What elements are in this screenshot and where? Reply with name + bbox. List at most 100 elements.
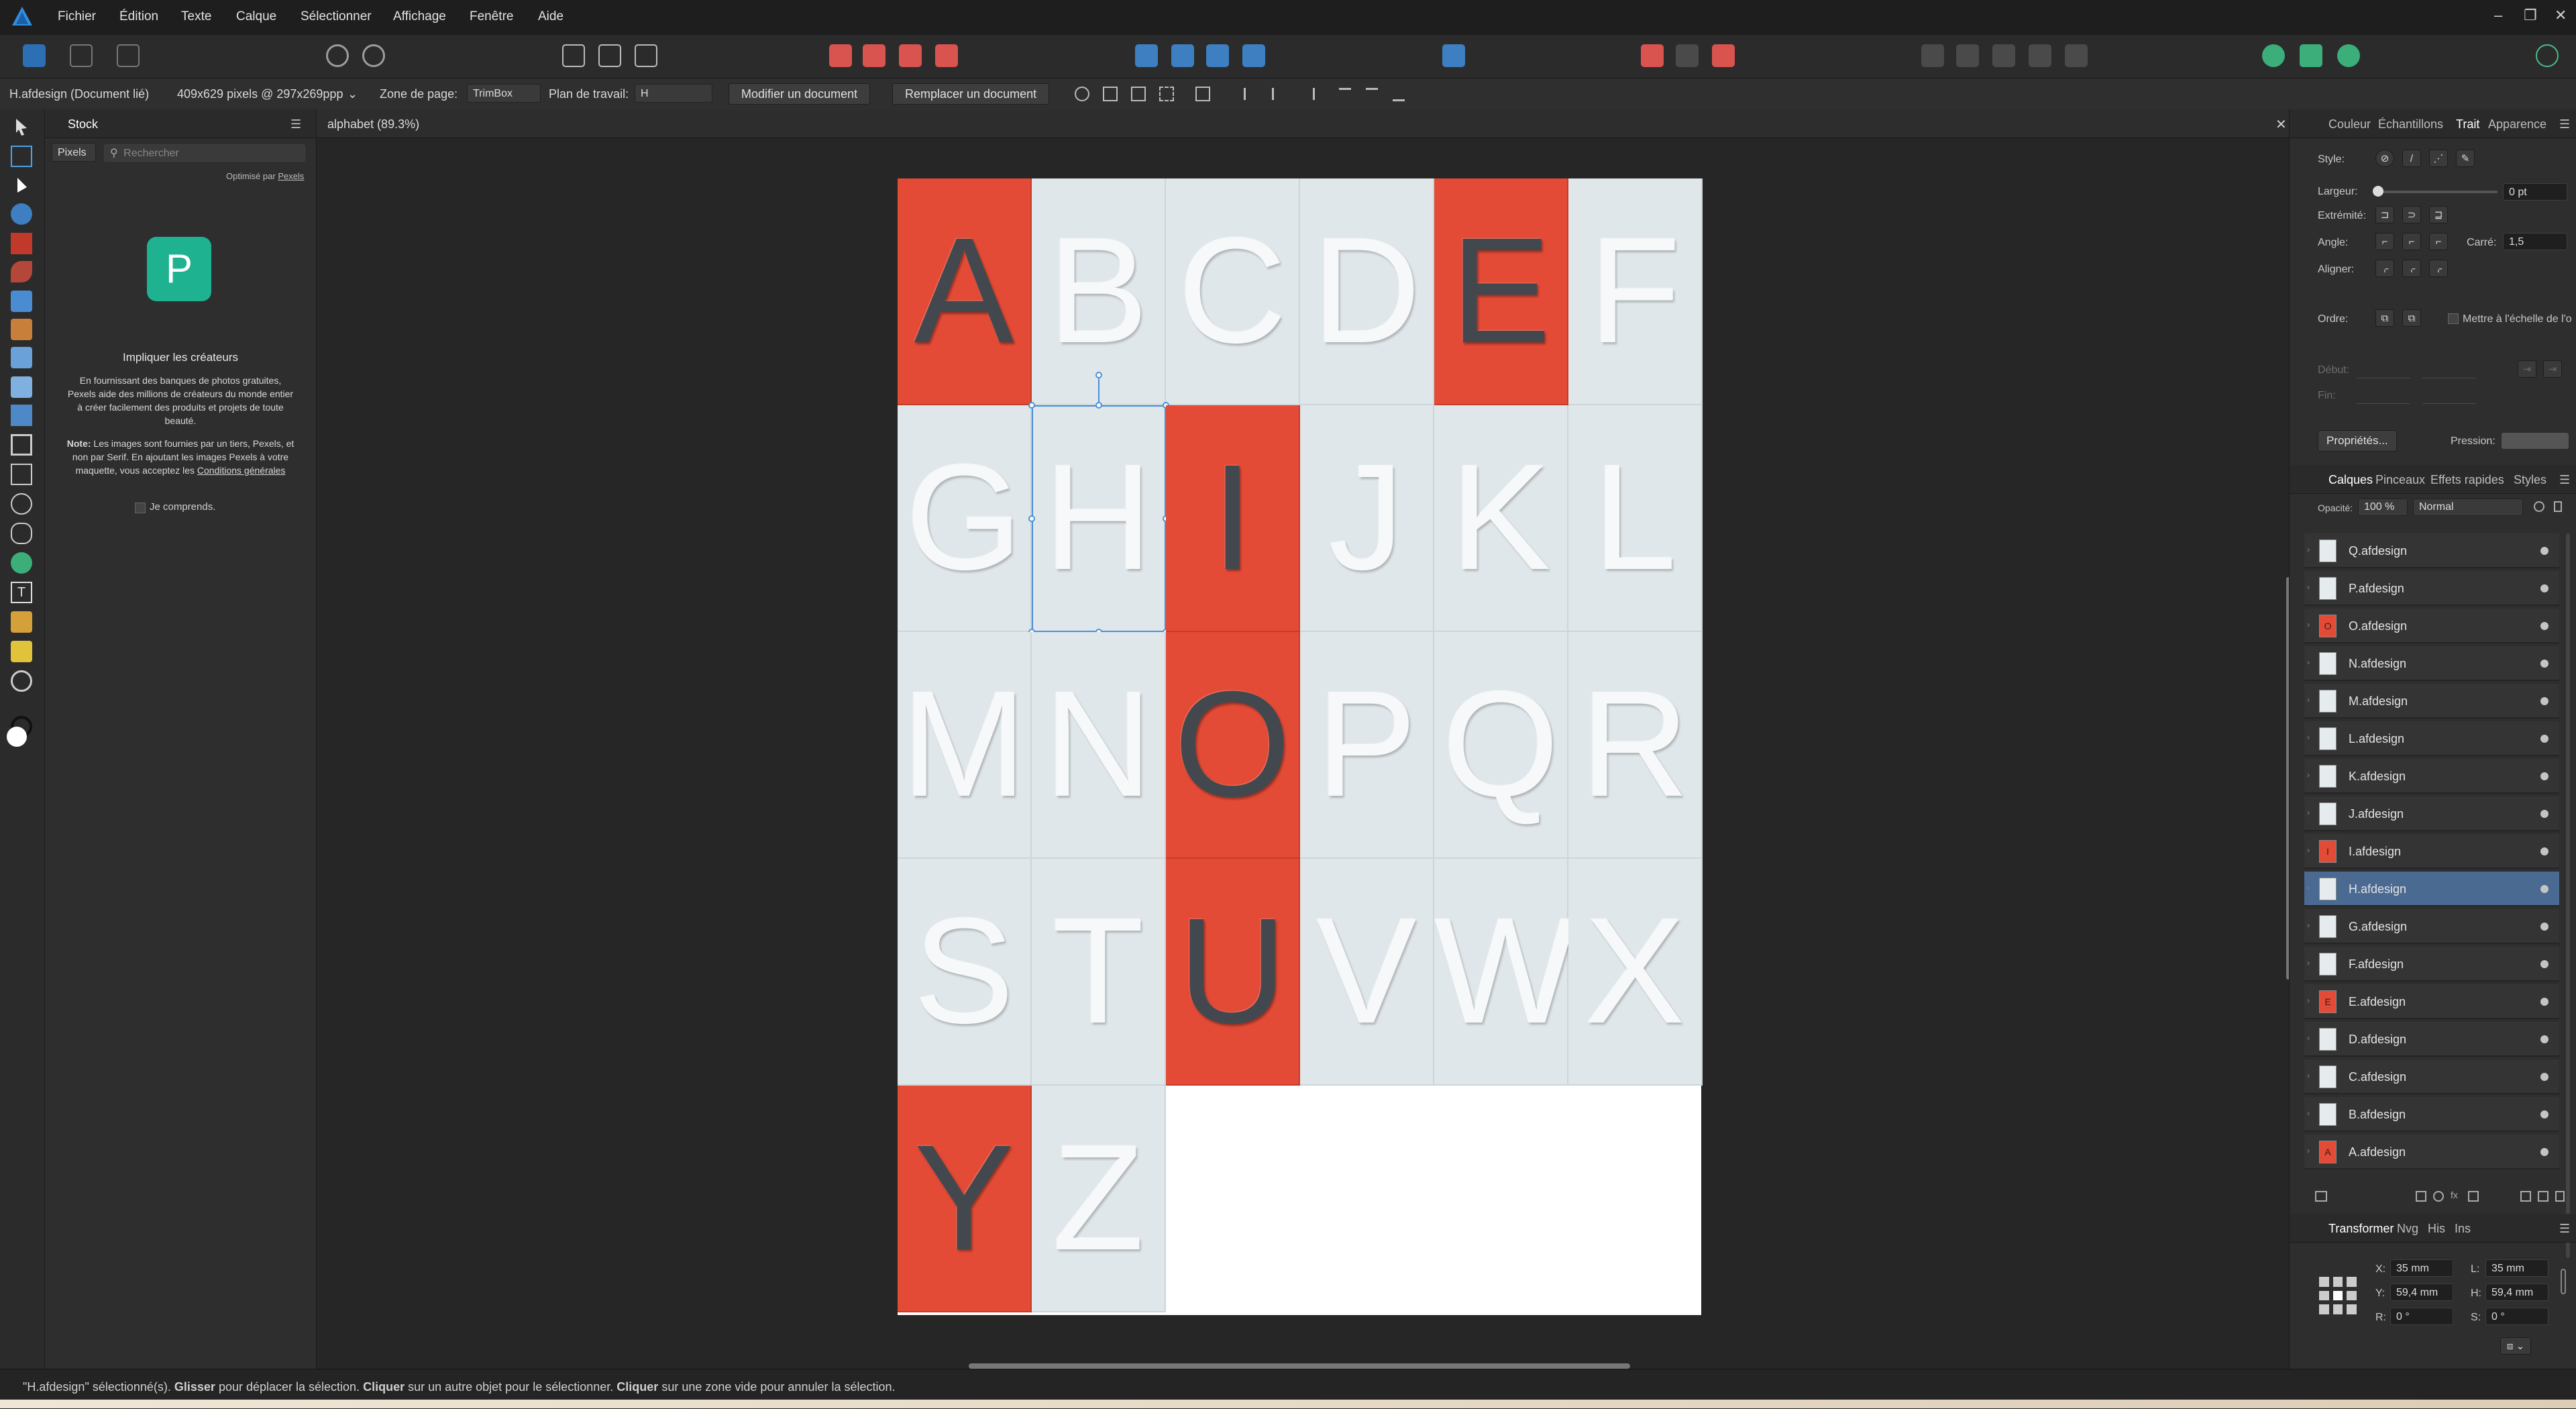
layer-row[interactable]: › L.afdesign <box>2304 721 2559 756</box>
letter-tile-k[interactable]: K <box>1434 405 1568 632</box>
visibility-dot-icon[interactable] <box>2540 923 2548 931</box>
visibility-dot-icon[interactable] <box>2540 1073 2548 1081</box>
stock-tab[interactable]: Stock <box>68 117 98 132</box>
rotate-right-icon[interactable] <box>1242 44 1265 67</box>
layer-expand-icon[interactable]: › <box>2307 1109 2315 1117</box>
plan-dropdown[interactable]: H <box>635 84 712 103</box>
layer-row[interactable]: › M.afdesign <box>2304 684 2559 719</box>
assistant-icon[interactable] <box>2262 44 2285 67</box>
artboard-tool-icon[interactable] <box>11 146 32 167</box>
visibility-dot-icon[interactable] <box>2540 847 2548 855</box>
y-input[interactable]: 59,4 mm <box>2390 1284 2453 1301</box>
opacity-dropdown[interactable]: 100 % <box>2358 499 2408 516</box>
flip-horizontal-icon[interactable] <box>1135 44 1158 67</box>
cap-square-icon[interactable]: ⊒ <box>2429 206 2448 223</box>
layer-row[interactable]: › A A.afdesign <box>2304 1135 2559 1169</box>
visibility-dot-icon[interactable] <box>2540 660 2548 668</box>
align-center-stroke-icon[interactable]: ⌌ <box>2402 260 2421 277</box>
menu-selectionner[interactable]: Sélectionner <box>301 9 372 24</box>
square-input[interactable]: 1,5 <box>2503 233 2567 250</box>
layer-settings-gear-icon[interactable] <box>2534 501 2544 512</box>
style-solid-icon[interactable]: / <box>2402 150 2421 167</box>
letter-tile-d[interactable]: D <box>1300 178 1434 405</box>
geometry-xor-icon[interactable] <box>2029 44 2051 67</box>
zone-dropdown[interactable]: TrimBox <box>467 84 541 103</box>
tab-styles[interactable]: Styles <box>2514 473 2546 487</box>
layer-expand-icon[interactable]: › <box>2307 733 2315 741</box>
conditions-link[interactable]: Conditions générales <box>197 465 286 476</box>
isolate-icon[interactable] <box>562 44 585 67</box>
transparency-tool-icon[interactable] <box>11 376 32 398</box>
letter-tile-x[interactable]: X <box>1568 859 1703 1086</box>
anchor-grid-icon[interactable] <box>2319 1277 2357 1314</box>
visibility-dot-icon[interactable] <box>2540 1110 2548 1118</box>
layers-menu-icon[interactable]: ☰ <box>2559 473 2570 487</box>
grid-icon[interactable] <box>1159 87 1174 101</box>
selection-box[interactable] <box>1032 405 1166 632</box>
link-ratio-icon[interactable] <box>2561 1269 2566 1294</box>
layer-expand-icon[interactable]: › <box>2307 846 2315 854</box>
add-layer-icon[interactable] <box>2520 1191 2531 1202</box>
tab-ins[interactable]: Ins <box>2455 1222 2471 1236</box>
insert-target-icon[interactable] <box>1641 44 1664 67</box>
snapping-icon[interactable] <box>362 44 385 67</box>
menu-fichier[interactable]: Fichier <box>58 9 96 24</box>
layer-expand-icon[interactable]: › <box>2307 884 2315 892</box>
letter-tile-u[interactable]: U <box>1166 859 1300 1086</box>
layer-row[interactable]: › G.afdesign <box>2304 909 2559 944</box>
document-size[interactable]: 409x629 pixels @ 297x269ppp <box>177 87 343 101</box>
selection-handle[interactable] <box>1095 402 1102 409</box>
geometry-divide-icon[interactable] <box>2065 44 2088 67</box>
ellipse-tool-icon[interactable] <box>11 493 32 515</box>
add-page-icon[interactable] <box>2315 1191 2327 1202</box>
rotate-left-icon[interactable] <box>1206 44 1229 67</box>
s-input[interactable]: 0 ° <box>2485 1308 2548 1325</box>
visibility-dot-icon[interactable] <box>2540 772 2548 780</box>
move-tool-icon[interactable] <box>11 116 32 138</box>
replace-document-button[interactable]: Remplacer un document <box>892 83 1050 105</box>
ruler-tool-icon[interactable] <box>11 641 32 662</box>
letter-tile-w[interactable]: W <box>1434 859 1576 1086</box>
eyedropper-tool-icon[interactable] <box>11 611 32 633</box>
node-tool-icon[interactable] <box>11 175 32 197</box>
tab-echantillons[interactable]: Échantillons <box>2378 117 2443 132</box>
align-left-icon[interactable] <box>1244 88 1258 100</box>
pen-tool-icon[interactable] <box>11 261 32 282</box>
move-forward-icon[interactable] <box>899 44 922 67</box>
group-icon[interactable] <box>598 44 621 67</box>
align-bottom-icon[interactable] <box>1393 88 1405 101</box>
visibility-dot-icon[interactable] <box>2540 547 2548 555</box>
letter-tile-y[interactable]: Y <box>898 1086 1032 1312</box>
layer-expand-icon[interactable]: › <box>2307 1147 2315 1155</box>
tab-effets-rapides[interactable]: Effets rapides <box>2430 473 2504 487</box>
crop-tool-icon[interactable] <box>11 434 32 456</box>
tab-pinceaux[interactable]: Pinceaux <box>2375 473 2425 487</box>
letter-tile-j[interactable]: J <box>1300 405 1434 632</box>
geometry-subtract-icon[interactable] <box>1956 44 1979 67</box>
layer-expand-icon[interactable]: › <box>2307 921 2315 929</box>
scale-checkbox[interactable] <box>2448 313 2459 324</box>
letter-tile-g[interactable]: G <box>898 405 1032 632</box>
globe-icon[interactable] <box>2337 44 2360 67</box>
end-size-dropdown[interactable] <box>2422 387 2476 404</box>
tab-trait[interactable]: Trait <box>2456 117 2479 132</box>
minimize-icon[interactable]: – <box>2494 7 2502 24</box>
pressure-preview[interactable] <box>2502 433 2569 449</box>
modify-document-button[interactable]: Modifier un document <box>729 83 871 105</box>
align-top-icon[interactable] <box>1339 88 1351 101</box>
document-size-chevron-icon[interactable]: ⌄ <box>347 87 358 101</box>
visibility-dot-icon[interactable] <box>2540 810 2548 818</box>
tab-transformer[interactable]: Transformer <box>2328 1222 2394 1236</box>
align-icon[interactable] <box>1442 44 1465 67</box>
letter-tile-e[interactable]: E <box>1434 178 1568 405</box>
menu-affichage[interactable]: Affichage <box>393 9 446 24</box>
start-dropdown[interactable] <box>2357 362 2410 378</box>
fill-tool-icon[interactable] <box>11 347 32 368</box>
visibility-dot-icon[interactable] <box>2540 885 2548 893</box>
text-tool-icon[interactable]: T <box>11 582 32 603</box>
start-size-dropdown[interactable] <box>2422 362 2476 378</box>
letter-tile-n[interactable]: N <box>1032 632 1166 859</box>
settings-gear-icon[interactable] <box>326 44 349 67</box>
stock-source-dropdown[interactable]: Pixels <box>52 143 96 162</box>
menu-aide[interactable]: Aide <box>538 9 564 24</box>
